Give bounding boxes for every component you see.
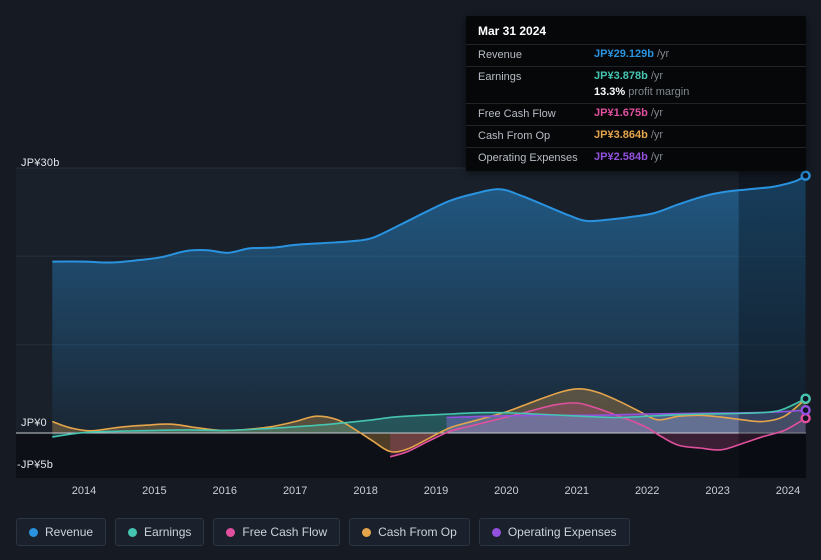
legend-item-earnings[interactable]: Earnings — [115, 518, 205, 546]
x-axis-label-2022: 2022 — [634, 485, 660, 497]
highlight-band — [738, 168, 806, 478]
tooltip-row-label: Earnings — [478, 71, 522, 83]
tooltip-row-value: JP¥2.584b/yr — [594, 151, 664, 163]
tooltip-row-value: JP¥29.129b/yr — [594, 48, 670, 60]
legend: Revenue Earnings Free Cash Flow Cash From O… — [16, 518, 630, 546]
legend-label: Cash From Op — [378, 525, 457, 539]
x-axis-label-2021: 2021 — [564, 485, 590, 497]
legend-dot-revenue — [29, 527, 38, 537]
x-axis-label-2018: 2018 — [353, 485, 378, 497]
x-axis-label-2017: 2017 — [282, 485, 308, 497]
legend-label: Earnings — [144, 525, 192, 539]
legend-item-cash-from-op[interactable]: Cash From Op — [349, 518, 470, 546]
legend-dot-earnings — [128, 527, 138, 537]
tooltip-row-revenue: Revenue JP¥29.129b/yr — [466, 44, 806, 66]
tooltip-row-label: Free Cash Flow — [478, 108, 556, 120]
legend-item-operating-expenses[interactable]: Operating Expenses — [478, 518, 630, 546]
tooltip-row-earnings: Earnings JP¥3.878b/yr 13.3% profit margin — [466, 66, 806, 103]
y-axis-label-30b: JP¥30b — [21, 157, 60, 169]
legend-dot-operating-expenses — [491, 527, 501, 537]
y-axis-label-neg5b: -JP¥5b — [17, 459, 54, 471]
legend-label: Revenue — [45, 525, 94, 539]
tooltip-row-label: Operating Expenses — [478, 152, 578, 164]
tooltip-row-label: Revenue — [478, 49, 523, 61]
tooltip: Mar 31 2024 Revenue JP¥29.129b/yr Earnin… — [466, 16, 806, 171]
x-axis-label-2016: 2016 — [212, 485, 238, 497]
x-axis-label-2014: 2014 — [71, 485, 97, 497]
tooltip-row-cash-from-op: Cash From Op JP¥3.864b/yr — [466, 125, 806, 147]
legend-label: Operating Expenses — [507, 525, 617, 539]
marker-revenue[interactable] — [800, 170, 811, 181]
legend-item-revenue[interactable]: Revenue — [16, 518, 107, 546]
x-axis-label-2020: 2020 — [494, 485, 519, 497]
marker-earnings[interactable] — [800, 393, 811, 404]
x-axis-label-2023: 2023 — [705, 485, 730, 497]
tooltip-date: Mar 31 2024 — [478, 24, 547, 38]
tooltip-row-free-cash-flow: Free Cash Flow JP¥1.675b/yr — [466, 103, 806, 125]
legend-dot-free-cash-flow — [226, 527, 236, 537]
y-axis-label-0: JP¥0 — [21, 417, 47, 429]
x-axis-label-2024: 2024 — [775, 485, 801, 497]
x-axis-label-2019: 2019 — [423, 485, 449, 497]
legend-dot-cash-from-op — [362, 527, 372, 537]
profit-margin: 13.3% profit margin — [594, 86, 690, 98]
x-axis-label-2015: 2015 — [142, 485, 167, 497]
marker-operating-expenses[interactable] — [800, 405, 811, 416]
tooltip-row-value: JP¥3.864b/yr — [594, 129, 664, 141]
legend-label: Free Cash Flow — [242, 525, 328, 539]
tooltip-row-value: JP¥3.878b/yr 13.3% profit margin — [594, 70, 690, 98]
marker-free-cash-flow[interactable] — [800, 413, 811, 424]
legend-item-free-cash-flow[interactable]: Free Cash Flow — [213, 518, 341, 546]
tooltip-row-value: JP¥1.675b/yr — [594, 107, 664, 119]
tooltip-row-operating-expenses: Operating Expenses JP¥2.584b/yr — [466, 147, 806, 169]
tooltip-row-label: Cash From Op — [478, 130, 551, 142]
